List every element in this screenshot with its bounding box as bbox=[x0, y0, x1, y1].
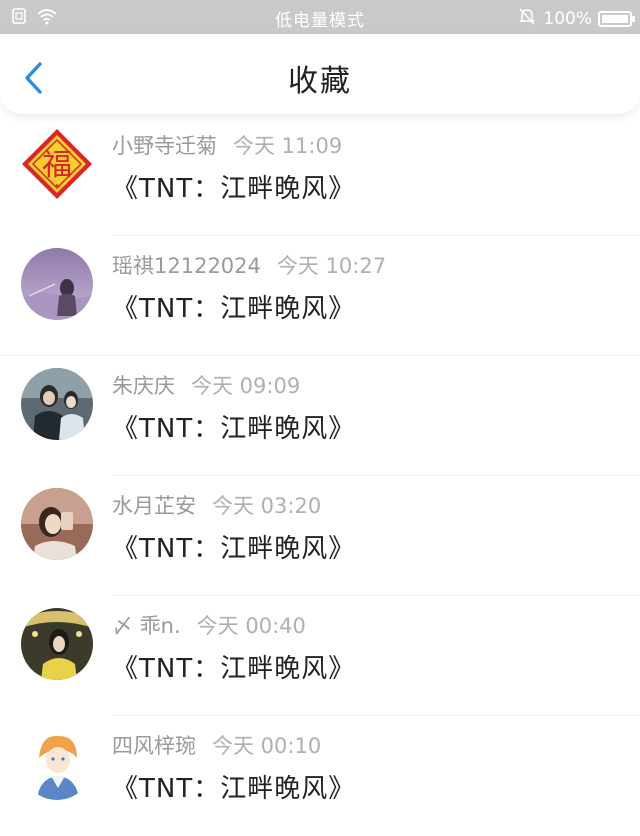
status-icons-right: 100% bbox=[517, 6, 635, 31]
username[interactable]: 朱庆庆 bbox=[112, 374, 175, 398]
work-title[interactable]: 《TNT：江畔晚风》 bbox=[112, 528, 355, 565]
fu-logo-avatar: 福 ✦ bbox=[21, 128, 93, 200]
item-meta: 〆 乖n. 今天 00:40 bbox=[112, 610, 306, 640]
avatar: 福 ✦ bbox=[21, 128, 93, 200]
status-bar: 低电量模式 100% bbox=[0, 0, 640, 34]
item-meta: 朱庆庆 今天 09:09 bbox=[112, 370, 300, 400]
avatar bbox=[21, 368, 93, 440]
list-item[interactable]: 瑶祺12122024 今天 10:27 《TNT：江畔晚风》 bbox=[0, 236, 640, 356]
item-meta: 小野寺迁菊 今天 11:09 bbox=[112, 130, 342, 160]
favorites-list: 福 ✦ 小野寺迁菊 今天 11:09 《TNT：江畔晚风》 瑶祺12122024… bbox=[0, 116, 640, 836]
avatar bbox=[21, 608, 93, 680]
avatar-image bbox=[21, 368, 93, 440]
avatar-image bbox=[21, 248, 93, 320]
timestamp: 今天 10:27 bbox=[276, 254, 387, 278]
work-title[interactable]: 《TNT：江畔晚风》 bbox=[112, 648, 355, 685]
fu-character: 福 bbox=[42, 148, 72, 183]
username[interactable]: 瑶祺12122024 bbox=[112, 254, 261, 278]
timestamp: 今天 03:20 bbox=[212, 494, 322, 518]
item-meta: 瑶祺12122024 今天 10:27 bbox=[112, 250, 386, 280]
item-meta: 水月芷安 今天 03:20 bbox=[112, 490, 321, 520]
username[interactable]: 四风梓琬 bbox=[112, 734, 196, 758]
list-item[interactable]: 四风梓琬 今天 00:10 《TNT：江畔晚风》 bbox=[0, 716, 640, 836]
username[interactable]: 水月芷安 bbox=[112, 494, 196, 518]
list-item[interactable]: 〆 乖n. 今天 00:40 《TNT：江畔晚风》 bbox=[0, 596, 640, 716]
silent-bell-icon bbox=[517, 6, 537, 31]
work-title[interactable]: 《TNT：江畔晚风》 bbox=[112, 408, 355, 445]
timestamp: 今天 09:09 bbox=[191, 374, 301, 398]
avatar-image bbox=[21, 728, 93, 800]
work-title[interactable]: 《TNT：江畔晚风》 bbox=[112, 288, 355, 325]
item-meta: 四风梓琬 今天 00:10 bbox=[112, 730, 321, 760]
battery-icon bbox=[598, 10, 635, 27]
header: 收藏 bbox=[0, 34, 640, 115]
list-item[interactable]: 水月芷安 今天 03:20 《TNT：江畔晚风》 bbox=[0, 476, 640, 596]
avatar-image bbox=[21, 488, 93, 560]
page-title: 收藏 bbox=[288, 64, 352, 99]
battery-percent: 100% bbox=[543, 8, 592, 29]
battery-fill bbox=[602, 14, 628, 23]
timestamp: 今天 11:09 bbox=[233, 134, 343, 158]
avatar-image bbox=[21, 608, 93, 680]
svg-text:✦: ✦ bbox=[54, 182, 60, 190]
username[interactable]: 小野寺迁菊 bbox=[112, 134, 217, 158]
list-item[interactable]: 福 ✦ 小野寺迁菊 今天 11:09 《TNT：江畔晚风》 bbox=[0, 116, 640, 236]
avatar bbox=[21, 488, 93, 560]
timestamp: 今天 00:40 bbox=[196, 614, 306, 638]
username[interactable]: 〆 乖n. bbox=[112, 614, 181, 638]
avatar bbox=[21, 248, 93, 320]
list-item[interactable]: 朱庆庆 今天 09:09 《TNT：江畔晚风》 bbox=[0, 356, 640, 476]
timestamp: 今天 00:10 bbox=[212, 734, 322, 758]
work-title[interactable]: 《TNT：江畔晚风》 bbox=[112, 768, 355, 805]
work-title[interactable]: 《TNT：江畔晚风》 bbox=[112, 168, 355, 205]
avatar bbox=[21, 728, 93, 800]
